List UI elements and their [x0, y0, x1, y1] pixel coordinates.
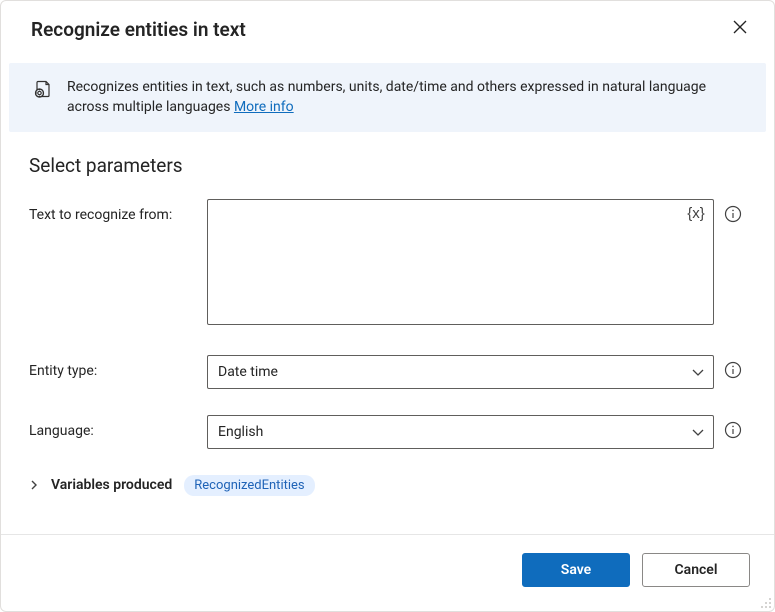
field-label: Text to recognize from:: [29, 199, 199, 223]
info-icon[interactable]: [724, 421, 746, 439]
resize-grip-icon: [760, 597, 772, 609]
entity-type-value: Date time: [218, 364, 278, 380]
dialog-recognize-entities: Recognize entities in text Recognizes en…: [0, 0, 775, 612]
action-entity-icon: [33, 79, 53, 99]
info-banner-description: Recognizes entities in text, such as num…: [67, 79, 706, 115]
field-entity-type: Entity type: Date time: [29, 355, 746, 389]
variables-produced-row[interactable]: Variables produced RecognizedEntities: [29, 475, 746, 496]
close-icon: [733, 20, 747, 38]
variable-token-icon: {x}: [687, 205, 705, 222]
more-info-link[interactable]: More info: [234, 99, 294, 115]
variables-produced-label: Variables produced: [51, 477, 172, 493]
close-button[interactable]: [726, 15, 754, 43]
language-value: English: [218, 424, 263, 440]
title-bar: Recognize entities in text: [1, 1, 774, 53]
text-to-recognize-input[interactable]: [207, 199, 714, 325]
cancel-button[interactable]: Cancel: [642, 553, 750, 587]
save-button[interactable]: Save: [522, 553, 630, 587]
entity-type-select[interactable]: Date time: [207, 355, 714, 389]
field-label: Entity type:: [29, 355, 199, 379]
info-banner-text: Recognizes entities in text, such as num…: [67, 77, 742, 118]
info-icon[interactable]: [724, 361, 746, 379]
field-language: Language: English: [29, 415, 746, 449]
dialog-title: Recognize entities in text: [31, 18, 246, 41]
insert-variable-button[interactable]: {x}: [684, 203, 708, 225]
chevron-down-icon: [691, 365, 705, 379]
chevron-down-icon: [691, 425, 705, 439]
output-variable-pill[interactable]: RecognizedEntities: [184, 475, 314, 496]
dialog-footer: Save Cancel: [1, 534, 774, 611]
info-icon[interactable]: [724, 205, 746, 223]
parameters-area: Select parameters Text to recognize from…: [1, 132, 774, 534]
chevron-right-icon: [29, 480, 39, 490]
section-heading: Select parameters: [29, 154, 746, 177]
info-banner: Recognizes entities in text, such as num…: [9, 63, 766, 132]
language-select[interactable]: English: [207, 415, 714, 449]
field-text-to-recognize: Text to recognize from: {x}: [29, 199, 746, 329]
field-label: Language:: [29, 415, 199, 439]
